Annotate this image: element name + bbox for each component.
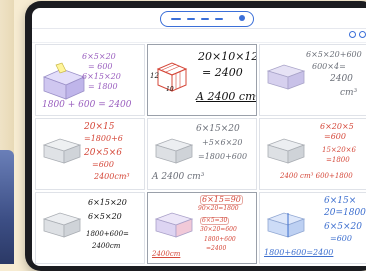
calc-line: 1800+600 [204, 236, 236, 243]
answer-line: 1800+600=2400 [264, 248, 334, 257]
calc-line: 20×10×12 [198, 50, 257, 63]
work-tile[interactable]: 6×15=90 90×20=1800 6×5=30 30×20=600 1800… [147, 192, 257, 264]
calc-line: = 600 [88, 62, 113, 71]
toolbar-line-icon[interactable] [215, 18, 223, 20]
tablet-screen: 6×5×20 = 600 6×15×20 = 1800 1800 + 600 =… [32, 8, 366, 266]
work-tile[interactable]: 6×5×20 = 600 6×15×20 = 1800 1800 + 600 =… [35, 44, 145, 116]
calc-line: =2400 [206, 245, 227, 252]
background-left [0, 0, 14, 264]
calc-line: 20×15 [84, 122, 115, 132]
calc-line: 6×15×20 [88, 198, 127, 207]
answer-line: A 2400 cm³ [152, 172, 205, 182]
pen-icon[interactable] [239, 15, 245, 21]
dim-label: 12 [150, 72, 159, 80]
calc-line: 6×5×20 [82, 52, 116, 61]
prism-model-icon [42, 62, 86, 100]
work-tile[interactable]: 6×15× 20=1800 6×5×20 =600 1800+600=2400 [259, 192, 366, 264]
calc-line: 6×5×20 [324, 222, 362, 232]
calc-line: =600 [330, 234, 352, 243]
calc-line: 6×5×20 [88, 212, 122, 221]
answer-line: A 2400 cm³ [196, 90, 257, 103]
settings-icon[interactable] [359, 31, 366, 38]
answer-line: 2400cm³ [94, 172, 130, 181]
prism-model-icon [154, 212, 194, 238]
calc-line: =1800+600 [198, 152, 248, 161]
toolbar-line-icon[interactable] [201, 18, 209, 20]
student-work-grid: 6×5×20 = 600 6×15×20 = 1800 1800 + 600 =… [35, 44, 366, 266]
calc-line: =600 [324, 132, 346, 141]
hand-silhouette [0, 150, 14, 264]
calc-line: =600 [92, 160, 114, 169]
calc-line: 6×15×20 [82, 72, 121, 81]
calc-line: 6×15×20 [196, 124, 240, 134]
work-tile[interactable]: 6×20×5 =600 15×20×6 =1800 2400 cm³ 600+1… [259, 118, 366, 190]
calc-line: 20=1800 [324, 208, 366, 218]
prism-model-icon [42, 138, 82, 164]
toolbar-line-icon[interactable] [187, 18, 195, 20]
sub-bar [32, 28, 366, 43]
share-icon[interactable] [348, 31, 356, 38]
calc-line: = 1800 [88, 82, 118, 91]
calc-line: 2400 [330, 74, 353, 84]
calc-line: 6×15=90 [200, 195, 243, 206]
work-tile[interactable]: 6×15×20 +5×6×20 =1800+600 A 2400 cm³ [147, 118, 257, 190]
calc-line: =1800+6 [84, 134, 123, 143]
prism-model-icon [42, 212, 82, 238]
calc-line: = 2400 [202, 66, 243, 79]
calc-line: 600×4= [312, 62, 346, 71]
calc-line: +5×6×20 [202, 138, 243, 147]
calc-line: 90×20=1800 [198, 205, 239, 212]
calc-line: cm³ [340, 88, 358, 98]
work-tile[interactable]: 6×15×20 6×5×20 1800+600= 2400cm [35, 192, 145, 264]
work-tile[interactable]: 6×5×20+600 600×4= 2400 cm³ [259, 44, 366, 116]
calc-line: 6×15× [324, 196, 357, 206]
calc-line: 6×5×20+600 [306, 50, 362, 59]
toolbar-line-icon[interactable] [171, 18, 181, 20]
share-controls[interactable] [348, 31, 366, 38]
top-bar [32, 8, 366, 29]
calc-line: 1800+600= [86, 230, 129, 238]
calc-line: 6×5=30 [200, 217, 230, 226]
calc-line: 20×5×6 [84, 148, 122, 158]
calc-line: 1800 + 600 = 2400 [42, 100, 132, 110]
work-tile[interactable]: 20×15 =1800+6 20×5×6 =600 2400cm³ [35, 118, 145, 190]
answer-line: 2400cm [92, 242, 121, 250]
prism-model-icon [266, 138, 306, 164]
prism-model-icon [266, 212, 306, 238]
calc-line: =1800 [326, 156, 350, 164]
work-tile[interactable]: 12 10 20×10×12 = 2400 A 2400 cm³ [147, 44, 257, 116]
dim-label: 10 [166, 86, 174, 93]
calc-line: 15×20×6 [322, 146, 356, 154]
calc-line: 6×20×5 [320, 122, 354, 131]
prism-model-icon [266, 64, 306, 90]
drawing-toolbar[interactable] [160, 11, 254, 27]
answer-line: 2400cm [152, 250, 181, 258]
calc-line: 30×20=600 [200, 226, 237, 233]
prism-model-icon [154, 138, 194, 164]
answer-line: 2400 cm³ 600+1800 [280, 172, 353, 180]
